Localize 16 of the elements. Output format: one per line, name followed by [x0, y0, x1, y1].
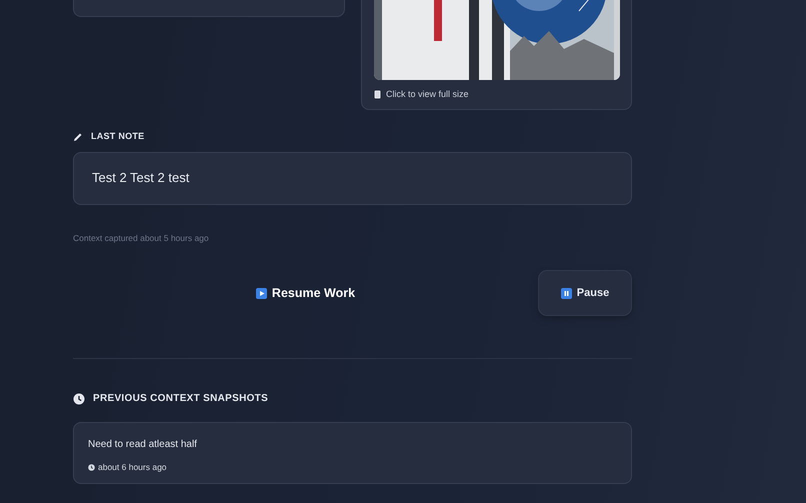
pause-icon	[560, 288, 572, 299]
play-icon	[256, 288, 267, 299]
pause-button[interactable]: Pause	[538, 270, 632, 316]
captured-time: Context captured about 5 hours ago	[73, 232, 210, 244]
note-text: Test 2 Test 2 test	[92, 169, 190, 188]
resume-button[interactable]: Resume Work	[248, 278, 364, 309]
section-label: LAST NOTE	[91, 130, 144, 143]
snapshot-text: Need to read atleast half	[88, 438, 198, 452]
snapshot-time: about 6 hours ago	[98, 461, 167, 474]
clock-icon	[88, 464, 95, 472]
clock-icon	[73, 392, 85, 405]
pencil-icon	[73, 132, 83, 142]
section-title: PREVIOUS CONTEXT SNAPSHOTS	[93, 392, 268, 406]
view-full-size-link[interactable]: Click to view full size	[386, 88, 469, 102]
snapshot-card[interactable]: Need to read atleast half about 6 hours ago	[73, 422, 632, 484]
document-icon	[374, 90, 381, 100]
